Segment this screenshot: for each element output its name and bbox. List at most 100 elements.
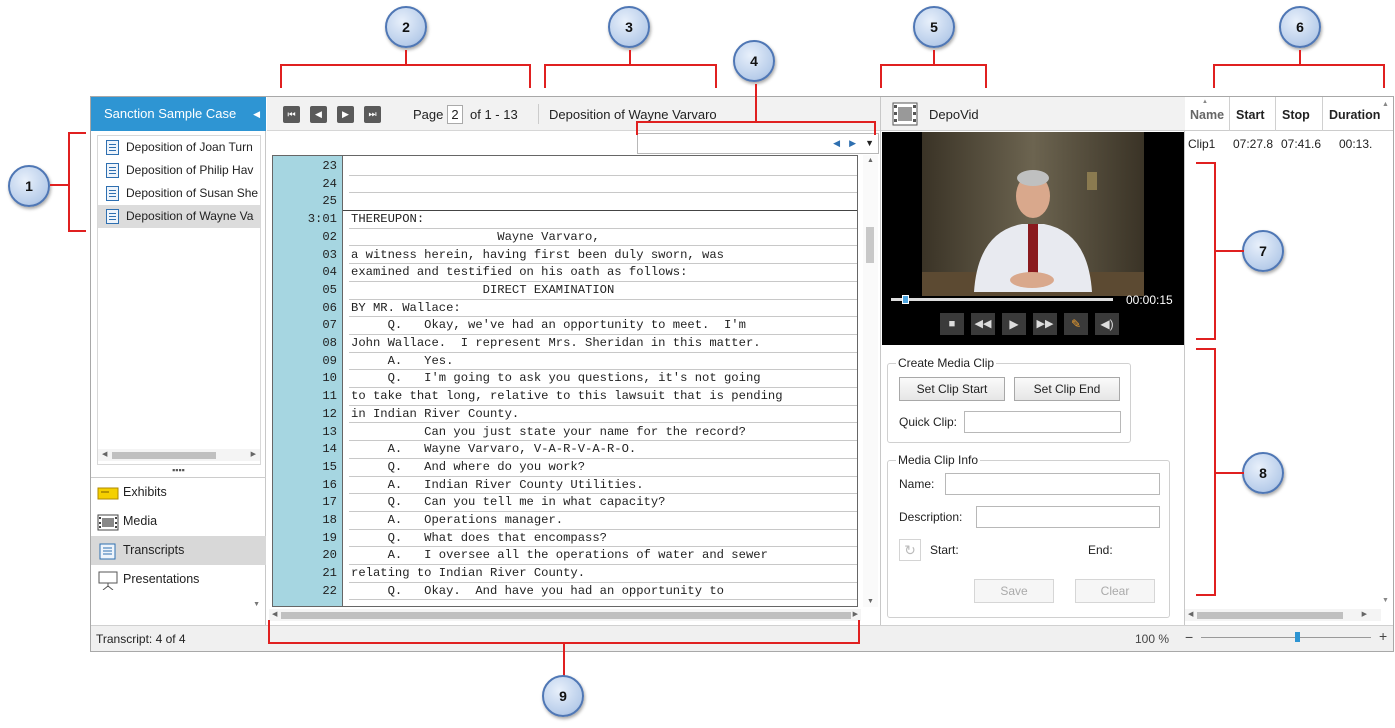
case-list-scrollbar[interactable]: ◀ ▶ [98,449,260,461]
first-page-icon[interactable]: ⏮ [283,106,300,123]
transcript-view[interactable]: 23 24 25 3:01 THEREUPON: 02 Wayne Varvaro, 03 a… [272,155,858,607]
transcript-line[interactable]: 24 [273,176,857,194]
transcript-line[interactable]: 15 Q. And where do you work? [273,459,857,477]
nav-label: Exhibits [123,485,167,499]
clear-button[interactable]: Clear [1075,579,1155,603]
transcript-line[interactable]: 18 A. Operations manager. [273,512,857,530]
callout-2: 2 [385,6,427,48]
nav-scroll-down-icon[interactable]: ▼ [253,601,260,608]
column-header-start[interactable]: Start [1230,97,1276,131]
scroll-thumb[interactable] [112,452,216,459]
clip-cell-name[interactable]: Clip1 [1188,137,1215,151]
prev-page-icon[interactable]: ◀ [310,106,327,123]
transcript-line[interactable]: 11 to take that long, relative to this la… [273,388,857,406]
set-clip-end-button[interactable]: Set Clip End [1014,377,1120,401]
callout-bracket [880,64,987,88]
deposition-item[interactable]: Deposition of Susan She [98,182,260,205]
deposition-item[interactable]: Deposition of Wayne Va [98,205,260,228]
transcript-search-input[interactable]: ◀ ▶ ▼ [637,133,879,154]
transcript-line[interactable]: 3:01 THEREUPON: [273,211,857,229]
transcript-line[interactable]: 13 Can you just state your name for the … [273,424,857,442]
scroll-thumb[interactable] [1197,612,1343,619]
column-header-duration[interactable]: Duration [1323,97,1381,131]
nav-exhibits[interactable]: Exhibits [91,478,266,507]
search-options-icon[interactable]: ▼ [865,138,874,148]
last-page-icon[interactable]: ⏭ [364,106,381,123]
play-icon[interactable]: ▶ [1002,313,1026,335]
transcript-line[interactable]: 25 [273,193,857,212]
sync-transcript-icon[interactable]: ✎ [1064,313,1088,335]
search-prev-icon[interactable]: ◀ [833,138,840,149]
scroll-right-icon[interactable]: ▶ [251,449,256,461]
transcript-line[interactable]: 19 Q. What does that encompass? [273,530,857,548]
set-clip-start-button[interactable]: Set Clip Start [899,377,1005,401]
next-page-icon[interactable]: ▶ [337,106,354,123]
search-next-icon[interactable]: ▶ [849,138,856,149]
transcript-line[interactable]: 16 A. Indian River County Utilities. [273,477,857,495]
line-number: 19 [322,530,337,545]
panel-splitter[interactable]: ▪▪▪▪ [91,466,266,475]
zoom-slider[interactable] [1201,637,1371,638]
nav-transcripts[interactable]: Transcripts [91,536,266,565]
scroll-left-icon[interactable]: ◀ [1188,609,1193,621]
transcript-line[interactable]: 02 Wayne Varvaro, [273,229,857,247]
case-header[interactable]: Sanction Sample Case ◀ [91,97,266,131]
transcript-line[interactable]: 05 DIRECT EXAMINATION [273,282,857,300]
deposition-item[interactable]: Deposition of Joan Turn [98,136,260,159]
transcript-line[interactable]: 23 [273,158,857,176]
transcript-line[interactable]: 09 A. Yes. [273,353,857,371]
clip-name-input[interactable] [945,473,1160,495]
scroll-down-icon[interactable]: ▼ [867,598,874,605]
group-title: Create Media Clip [896,356,997,370]
transcript-line[interactable]: 06 BY MR. Wallace: [273,300,857,318]
clip-list-scrollbar[interactable]: ◀ ▶ [1185,609,1381,621]
stop-icon[interactable]: ■ [940,313,964,335]
page-input[interactable]: 2 [447,105,463,124]
clip-cell-duration[interactable]: 00:13. [1339,137,1372,151]
transcript-line[interactable]: 20 A. I oversee all the operations of wa… [273,547,857,566]
transcript-line[interactable]: 21 relating to Indian River County. [273,565,857,583]
scroll-thumb[interactable] [866,227,874,263]
fast-forward-icon[interactable]: ▶▶ [1033,313,1057,335]
scroll-up-icon[interactable]: ▲ [1382,101,1389,108]
column-header-stop[interactable]: Stop [1276,97,1323,131]
transcript-line[interactable]: 12 in Indian River County. [273,406,857,424]
transcript-line[interactable]: 17 Q. Can you tell me in what capacity? [273,494,857,512]
transcript-vertical-scrollbar[interactable]: ▲ ▼ [863,155,878,607]
clip-cell-stop[interactable]: 07:41.6 [1281,137,1321,151]
scroll-down-icon[interactable]: ▼ [1382,597,1389,604]
transcript-line[interactable]: 03 a witness herein, having first been du… [273,247,857,265]
deposition-item[interactable]: Deposition of Philip Hav [98,159,260,182]
reset-start-icon[interactable]: ↻ [899,539,921,561]
transcript-line[interactable]: 07 Q. Okay, we've had an opportunity to … [273,317,857,335]
transcript-line[interactable]: 04 examined and testified on his oath as … [273,264,857,282]
case-title: Sanction Sample Case [104,106,237,121]
collapse-left-icon[interactable]: ◀ [253,97,260,131]
deposition-label: Deposition of Susan She [126,186,259,200]
clip-cell-start[interactable]: 07:27.8 [1233,137,1273,151]
scroll-left-icon[interactable]: ◀ [102,449,107,461]
callout-bracket [1196,348,1216,596]
transcript-line[interactable]: 08 John Wallace. I represent Mrs. Sherida… [273,335,857,353]
transcript-line[interactable]: 22 Q. Okay. And have you had an opportun… [273,583,857,601]
transcript-line[interactable]: 14 A. Wayne Varvaro, V-A-R-V-A-R-O. [273,441,857,459]
volume-icon[interactable]: ◀) [1095,313,1119,335]
scroll-thumb[interactable] [281,612,851,619]
scroll-right-icon[interactable]: ▶ [1362,609,1367,621]
nav-media[interactable]: Media [91,507,266,536]
zoom-slider-knob[interactable] [1294,632,1300,642]
nav-presentations[interactable]: Presentations [91,565,266,594]
scroll-up-icon[interactable]: ▲ [867,157,874,164]
quick-clip-input[interactable] [964,411,1121,433]
clip-description-input[interactable] [976,506,1160,528]
save-button[interactable]: Save [974,579,1054,603]
rewind-icon[interactable]: ◀◀ [971,313,995,335]
sort-asc-icon: ▲ [1202,99,1208,105]
video-player[interactable]: 00:00:15 ■ ◀◀ ▶ ▶▶ ✎ ◀) [882,132,1184,345]
zoom-out-icon[interactable]: − [1185,629,1193,645]
video-progress-track[interactable] [891,298,1113,301]
transcript-line[interactable]: 10 Q. I'm going to ask you questions, it… [273,370,857,389]
start-label: Start: [930,543,959,557]
zoom-in-icon[interactable]: + [1379,628,1387,644]
video-progress-knob[interactable] [902,295,910,304]
